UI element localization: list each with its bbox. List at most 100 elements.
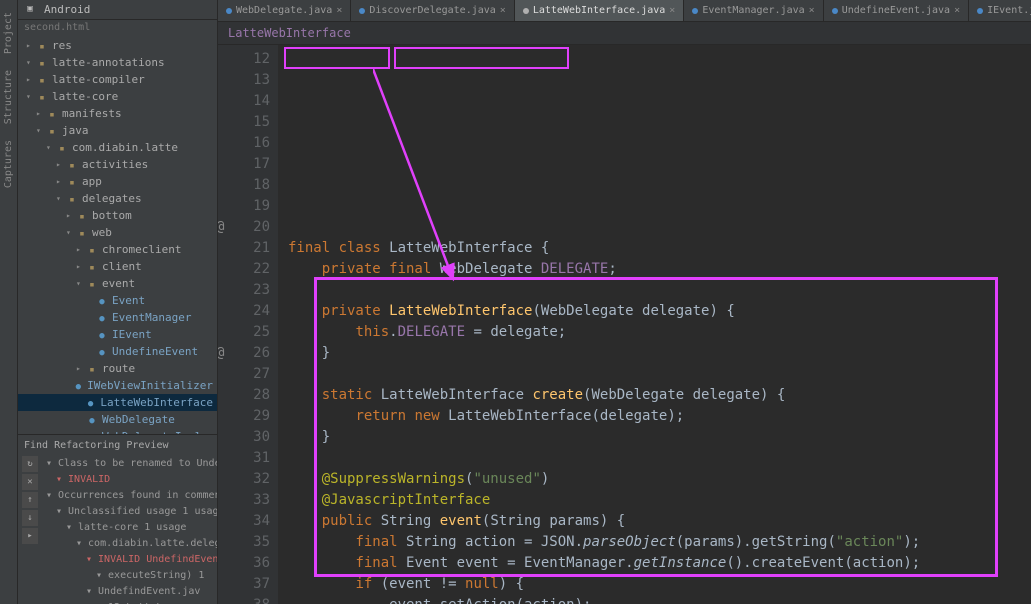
editor-tab[interactable]: UndefineEvent.java×	[824, 0, 969, 21]
folder-icon: ▪	[66, 159, 78, 171]
tree-item[interactable]: ●LatteWebInterface	[18, 394, 217, 411]
tree-item[interactable]: ▸▪app	[18, 173, 217, 190]
close-icon[interactable]: ×	[954, 5, 960, 16]
editor-tab[interactable]: DiscoverDelegate.java×	[351, 0, 514, 21]
tree-toggle-icon[interactable]: ▸	[56, 157, 66, 172]
left-tool-strip: Project Structure Captures	[0, 0, 18, 604]
editor-tab[interactable]: IEvent.java×	[969, 0, 1031, 21]
tree-item[interactable]: ●UndefineEvent	[18, 343, 217, 360]
tree-toggle-icon[interactable]: ▾	[76, 276, 86, 291]
tree-item[interactable]: ●IWebViewInitializer	[18, 377, 217, 394]
sidebar-tab-project[interactable]: Project	[1, 4, 16, 62]
close-icon[interactable]: ×	[336, 5, 342, 16]
code-area[interactable]: 1213141516171819@202122232425@2627282930…	[218, 45, 1031, 604]
close-icon[interactable]: ×	[500, 5, 506, 16]
sidebar-tab-structure[interactable]: Structure	[1, 62, 16, 132]
refactor-btn-4[interactable]: ↓	[22, 510, 38, 526]
tree-item[interactable]: ▸▪route	[18, 360, 217, 377]
tree-item[interactable]: ●IEvent	[18, 326, 217, 343]
project-tree[interactable]: ▸▪res▾▪latte-annotations▸▪latte-compiler…	[18, 35, 217, 434]
refactor-item[interactable]: ▾ latte-core 1 usage	[42, 520, 217, 536]
tree-toggle-icon[interactable]: ▸	[56, 174, 66, 189]
refactor-item[interactable]: ▾ com.diabin.latte.delegates.w	[42, 536, 217, 552]
tree-toggle-icon[interactable]: ▸	[26, 38, 36, 53]
refactor-item[interactable]: ▾ executeString) 1	[42, 568, 217, 584]
tree-item[interactable]: ●Event	[18, 292, 217, 309]
tree-label: latte-annotations	[52, 55, 165, 70]
editor-tab[interactable]: LatteWebInterface.java×	[515, 0, 684, 21]
tab-label: WebDelegate.java	[236, 5, 332, 16]
refactor-btn-1[interactable]: ↻	[22, 456, 38, 472]
refactor-tree[interactable]: ▾ Class to be renamed to UndefineEvent▾ …	[40, 454, 217, 604]
breadcrumb[interactable]: LatteWebInterface	[218, 22, 1031, 45]
tree-toggle-icon[interactable]: ▸	[26, 72, 36, 87]
tree-item[interactable]: ▸▪bottom	[18, 207, 217, 224]
close-icon[interactable]: ×	[809, 5, 815, 16]
tree-label: UndefineEvent	[112, 344, 198, 359]
folder-icon: ▪	[76, 227, 88, 239]
refactor-item[interactable]: ▾ 12 LatteLogger	[42, 600, 217, 604]
tree-toggle-icon[interactable]: ▸	[36, 106, 46, 121]
editor-tab[interactable]: EventManager.java ×	[684, 0, 823, 21]
tree-item[interactable]: ▾▪event	[18, 275, 217, 292]
tree-item[interactable]: ▾▪latte-core	[18, 88, 217, 105]
tab-label: IEvent.java	[987, 5, 1031, 16]
tree-item[interactable]: ▸▪res	[18, 37, 217, 54]
tree-item[interactable]: ●EventManager	[18, 309, 217, 326]
tree-item[interactable]: ▾▪delegates	[18, 190, 217, 207]
refactor-toolbar: ↻ ✕ ↑ ↓ ▸	[20, 454, 40, 604]
tree-toggle-icon[interactable]: ▸	[76, 259, 86, 274]
tree-item[interactable]: ▾▪java	[18, 122, 217, 139]
refactor-btn-3[interactable]: ↑	[22, 492, 38, 508]
tree-toggle-icon[interactable]: ▸	[76, 361, 86, 376]
tree-item[interactable]: ▸▪latte-compiler	[18, 71, 217, 88]
refactor-btn-2[interactable]: ✕	[22, 474, 38, 490]
class-icon: ●	[96, 312, 108, 324]
tree-toggle-icon[interactable]: ▾	[26, 55, 36, 70]
tree-toggle-icon[interactable]: ▾	[56, 191, 66, 206]
refactor-item[interactable]: ▾ Occurrences found in comments, string	[42, 488, 217, 504]
refactor-item[interactable]: ▾ UndefindEvent.jav	[42, 584, 217, 600]
refactor-panel: Find Refactoring Preview ↻ ✕ ↑ ↓ ▸ ▾ Cla…	[18, 434, 217, 604]
folder-icon: ▪	[86, 244, 98, 256]
tree-item[interactable]: ▾▪com.diabin.latte	[18, 139, 217, 156]
tree-item[interactable]: ▾▪ web	[18, 224, 217, 241]
folder-icon: ▪	[86, 363, 98, 375]
tree-toggle-icon[interactable]: ▾	[46, 140, 56, 155]
tree-item[interactable]: ▸▪chromeclient	[18, 241, 217, 258]
editor-area: WebDelegate.java×DiscoverDelegate.java×L…	[218, 0, 1031, 604]
tree-toggle-icon[interactable]: ▸	[76, 242, 86, 257]
highlight-classname	[394, 47, 569, 69]
tree-label: bottom	[92, 208, 132, 223]
refactor-item[interactable]: ▾ INVALID	[42, 472, 217, 488]
tab-status-icon	[692, 8, 698, 14]
close-icon[interactable]: ×	[669, 5, 675, 16]
project-header[interactable]: ▣ Android	[18, 0, 217, 20]
folder-icon: ▪	[86, 261, 98, 273]
tree-label: Event	[112, 293, 145, 308]
tree-label: IEvent	[112, 327, 152, 342]
tab-label: EventManager.java	[702, 5, 804, 16]
tree-label: web	[92, 225, 112, 240]
editor-tab[interactable]: WebDelegate.java ×	[218, 0, 351, 21]
class-icon: ●	[86, 414, 98, 426]
tab-status-icon	[359, 8, 365, 14]
tree-item[interactable]: ▾▪latte-annotations	[18, 54, 217, 71]
refactor-item[interactable]: ▾ Unclassified usage 1 usage	[42, 504, 217, 520]
tree-item[interactable]: ▸▪activities	[18, 156, 217, 173]
tree-toggle-icon[interactable]: ▾	[66, 225, 76, 240]
folder-icon: ▪	[56, 142, 68, 154]
refactor-item[interactable]: ▾ Class to be renamed to UndefineEvent	[42, 456, 217, 472]
tree-item[interactable]: ▸▪manifests	[18, 105, 217, 122]
tree-toggle-icon[interactable]: ▾	[36, 123, 46, 138]
tree-item[interactable]: ▸▪client	[18, 258, 217, 275]
refactor-btn-5[interactable]: ▸	[22, 528, 38, 544]
refactor-item[interactable]: ▾ INVALID UndefindEven	[42, 552, 217, 568]
code-content[interactable]: final class LatteWebInterface { private …	[278, 45, 1031, 604]
tree-toggle-icon[interactable]: ▾	[26, 89, 36, 104]
sidebar-tab-captures[interactable]: Captures	[1, 132, 16, 196]
tree-toggle-icon[interactable]: ▸	[66, 208, 76, 223]
tree-label: latte-core	[52, 89, 118, 104]
tree-item[interactable]: ●WebDelegate	[18, 411, 217, 428]
editor-tab-bar[interactable]: WebDelegate.java×DiscoverDelegate.java×L…	[218, 0, 1031, 22]
